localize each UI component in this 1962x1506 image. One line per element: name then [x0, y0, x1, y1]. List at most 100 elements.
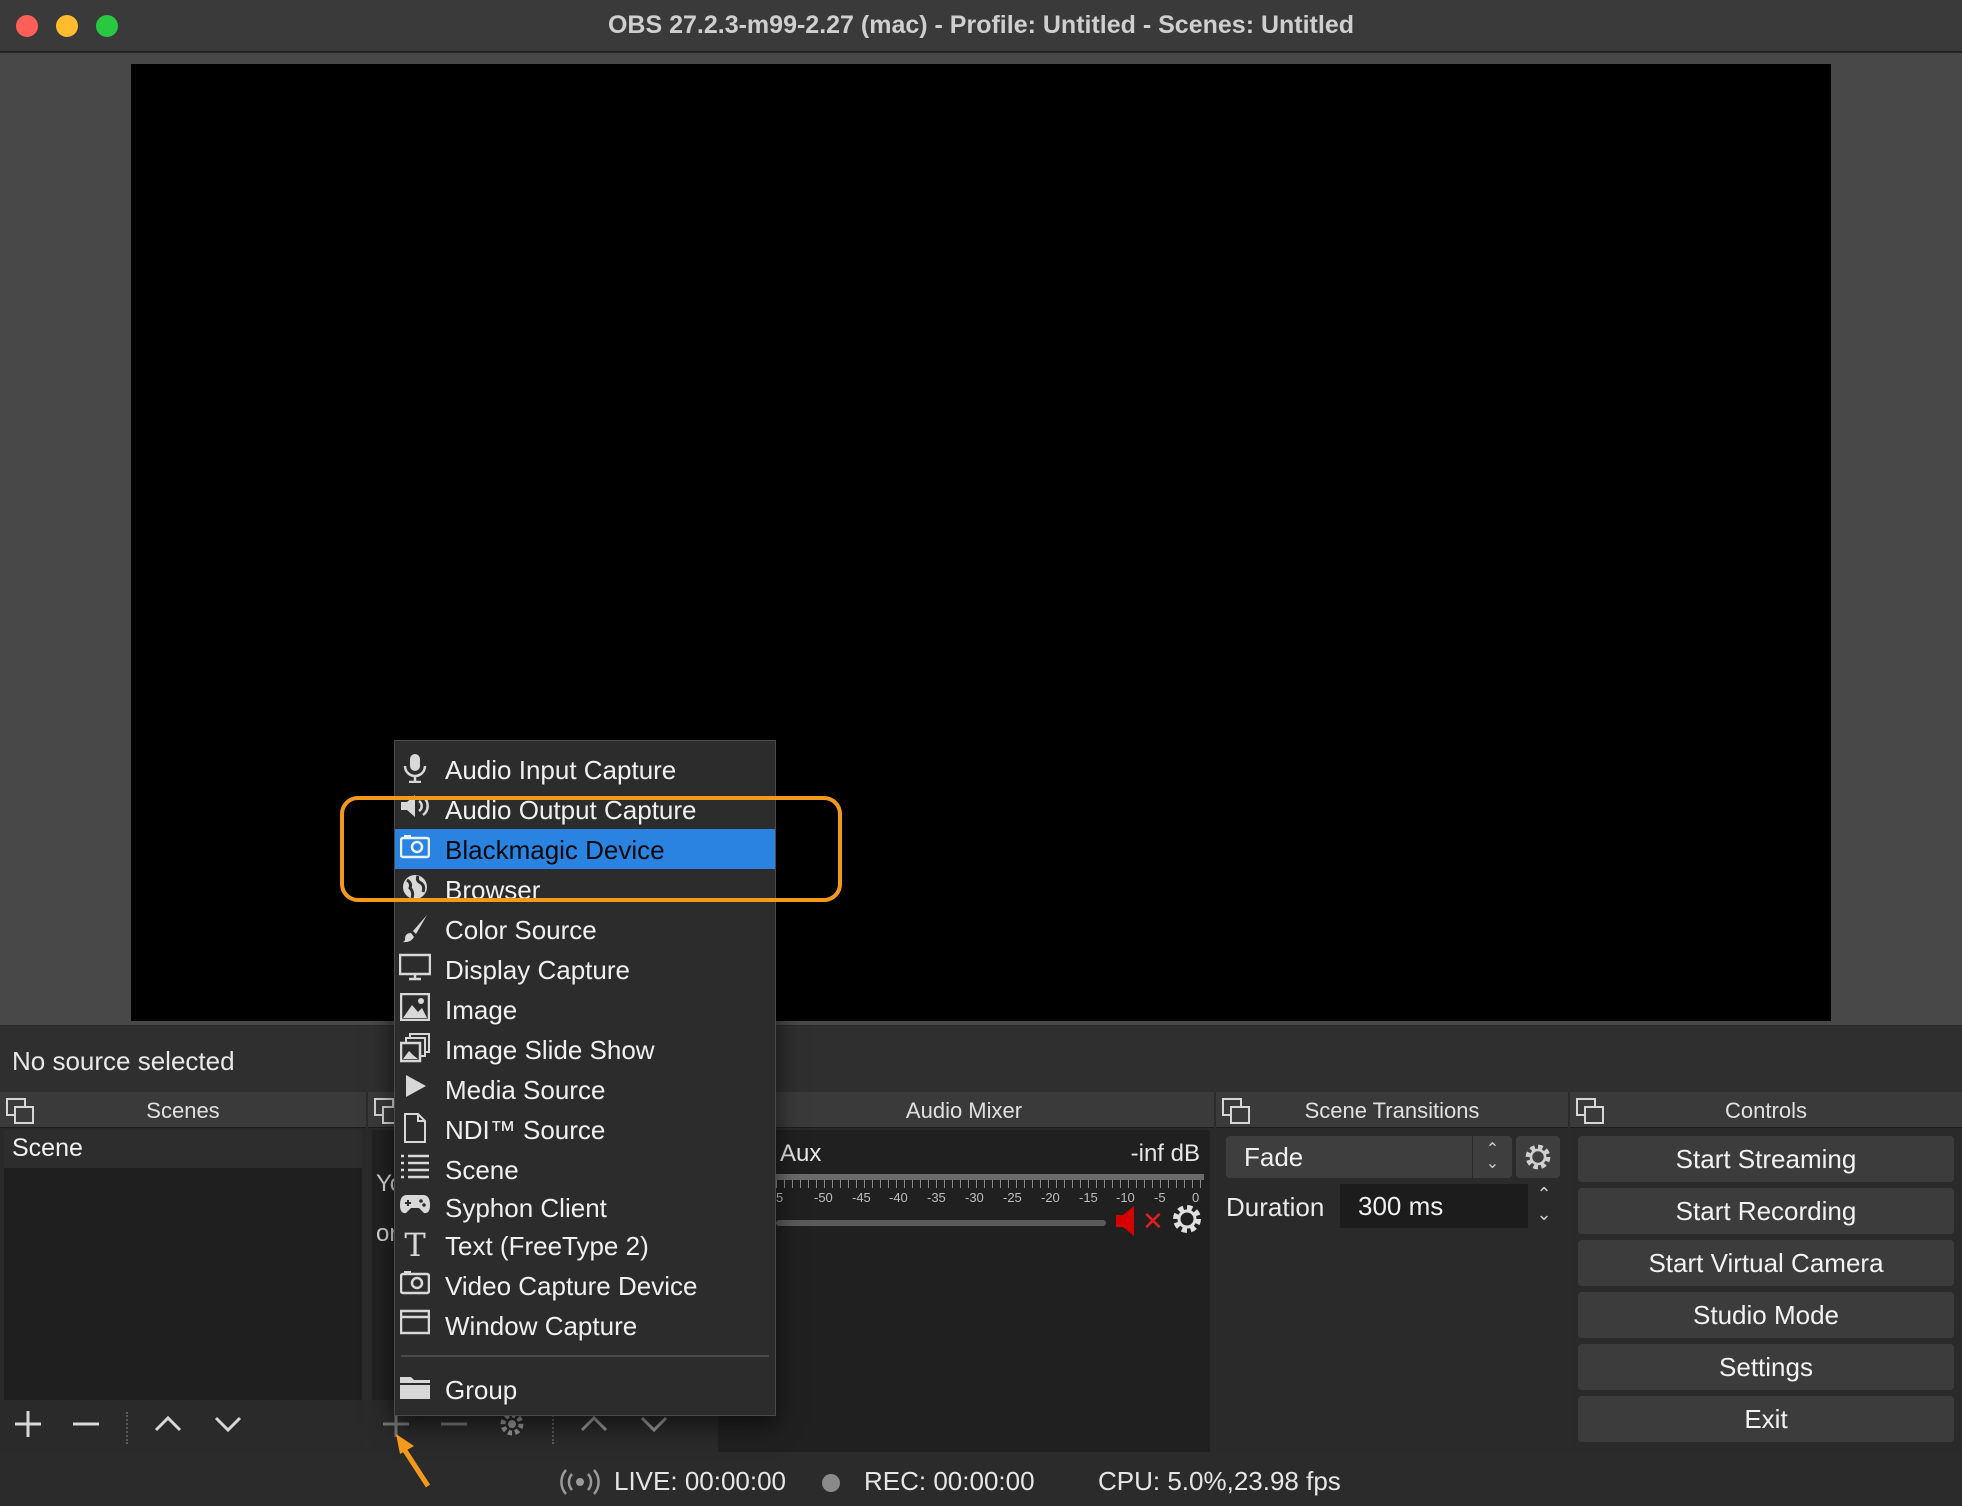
annotation-arrow-icon: [396, 1434, 431, 1488]
audio-mixer-dock: Audio Mixer Aux -inf dB 5 -50 -45 -40 -35 -30…: [714, 1092, 1214, 1452]
scene-item[interactable]: Scene: [4, 1130, 362, 1168]
meter-scale-label: -15: [1079, 1190, 1098, 1205]
muted-speaker-icon[interactable]: [1114, 1204, 1144, 1238]
menu-item-label: Syphon Client: [445, 1193, 607, 1223]
source-status: No source selected: [12, 1046, 235, 1076]
menu-separator: [401, 1355, 769, 1357]
duration-input[interactable]: 300 ms: [1340, 1184, 1528, 1228]
scene-transitions-title: Scene Transitions: [1304, 1098, 1480, 1123]
move-scene-up-button[interactable]: [148, 1408, 188, 1446]
play-icon: [399, 1073, 431, 1105]
transition-select-value: Fade: [1244, 1142, 1304, 1172]
scenes-toolbar: [0, 1402, 366, 1452]
scene-transitions-dock: Scene Transitions Fade ⌃ ⌄ Duration 300 m…: [1216, 1092, 1568, 1452]
start-streaming-button[interactable]: Start Streaming: [1578, 1136, 1954, 1182]
transition-gear-icon[interactable]: [1516, 1136, 1560, 1178]
controls-dock: Controls Start Streaming Start Recording…: [1570, 1092, 1962, 1452]
menu-item-label: Video Capture Device: [445, 1271, 698, 1301]
record-indicator-icon: [822, 1474, 840, 1492]
meter-scale-label: -40: [889, 1190, 908, 1205]
menu-item-window-capture[interactable]: Window Capture: [395, 1305, 775, 1345]
rec-timer: REC: 00:00:00: [864, 1466, 1035, 1496]
add-scene-button[interactable]: [8, 1408, 48, 1446]
scenes-header: Scenes: [0, 1092, 366, 1128]
menu-item-label: Window Capture: [445, 1311, 638, 1341]
menu-item-scene[interactable]: Scene: [395, 1149, 775, 1189]
cpu-fps-readout: CPU: 5.0%,23.98 fps: [1098, 1466, 1341, 1496]
mixer-channel-name: Aux: [780, 1140, 822, 1167]
menu-item-label: NDI™ Source: [445, 1115, 606, 1145]
menu-item-label: Group: [445, 1375, 518, 1405]
minus-icon: [73, 1422, 99, 1426]
duration-stepper[interactable]: ⌃ ⌄: [1528, 1184, 1560, 1228]
menu-item-video-capture-device[interactable]: Video Capture Device: [395, 1265, 775, 1305]
menu-item-color-source[interactable]: Color Source: [395, 909, 775, 949]
meter-scale-label: -30: [965, 1190, 984, 1205]
menu-item-image-slide-show[interactable]: Image Slide Show: [395, 1029, 775, 1069]
annotation-highlight-box: [340, 796, 842, 902]
audio-mixer-header: Audio Mixer: [714, 1092, 1214, 1128]
audio-mixer-body: Aux -inf dB 5 -50 -45 -40 -35 -30 -25 -20 -15 -10…: [718, 1130, 1210, 1452]
mute-x-icon: ✕: [1142, 1206, 1164, 1236]
live-timer: LIVE: 00:00:00: [614, 1466, 787, 1496]
menu-item-audio-input-capture[interactable]: Audio Input Capture: [395, 749, 775, 789]
gamepad-icon: [399, 1191, 431, 1223]
studio-mode-button[interactable]: Studio Mode: [1578, 1292, 1954, 1338]
image-icon: [399, 992, 431, 1025]
chevron-down-icon: [214, 1416, 242, 1433]
mixer-level-readout: -inf dB: [1130, 1140, 1200, 1167]
monitor-icon: [398, 953, 432, 985]
menu-item-group[interactable]: Group: [395, 1369, 775, 1409]
start-recording-button[interactable]: Start Recording: [1578, 1188, 1954, 1234]
menu-item-label: Display Capture: [445, 955, 630, 985]
mixer-gear-icon[interactable]: [1170, 1202, 1204, 1245]
menu-item-media-source[interactable]: Media Source: [395, 1069, 775, 1109]
menu-item-label: Media Source: [445, 1075, 606, 1105]
controls-header: Controls: [1570, 1092, 1962, 1128]
menu-item-syphon-client[interactable]: Syphon Client: [395, 1187, 775, 1227]
chevron-up-icon: [154, 1415, 182, 1432]
meter-scale-label: 5: [776, 1190, 784, 1205]
text-icon: T: [404, 1226, 426, 1264]
document-icon: [399, 1113, 431, 1145]
source-toolbar: No source selected: [0, 1026, 1962, 1092]
preview-area: [0, 53, 1962, 1025]
meter-scale-label: -10: [1116, 1190, 1135, 1205]
folder-icon: [399, 1373, 431, 1405]
window-title: OBS 27.2.3-m99-2.27 (mac) - Profile: Unt…: [607, 11, 1355, 39]
menu-item-display-capture[interactable]: Display Capture: [395, 949, 775, 989]
remove-scene-button[interactable]: [66, 1408, 106, 1446]
meter-scale-label: -25: [1003, 1190, 1022, 1205]
audio-mixer-title: Audio Mixer: [905, 1098, 1023, 1123]
move-scene-down-button[interactable]: [208, 1408, 248, 1446]
menu-item-ndi-source[interactable]: NDI™ Source: [395, 1109, 775, 1149]
scene-list[interactable]: Scene: [4, 1130, 362, 1400]
toolbar-divider: [552, 1412, 554, 1444]
settings-button[interactable]: Settings: [1578, 1344, 1954, 1390]
menu-item-label: Color Source: [445, 915, 597, 945]
brush-icon: [399, 913, 431, 945]
controls-title: Controls: [1725, 1098, 1807, 1123]
meter-scale-label: -35: [927, 1190, 946, 1205]
menu-item-label: Image: [445, 995, 518, 1025]
menu-item-text-freetype[interactable]: T Text (FreeType 2): [395, 1225, 775, 1265]
duration-label: Duration: [1226, 1192, 1325, 1222]
meter-scale-label: -45: [852, 1190, 871, 1205]
menu-item-label: Image Slide Show: [445, 1035, 655, 1065]
menu-item-image[interactable]: Image: [395, 989, 775, 1029]
meter-scale-label: -5: [1154, 1190, 1166, 1205]
camera-icon: [399, 1269, 431, 1301]
start-virtual-camera-button[interactable]: Start Virtual Camera: [1578, 1240, 1954, 1286]
scenes-dock: Scenes Scene: [0, 1092, 366, 1452]
status-bar: LIVE: 00:00:00 REC: 00:00:00 CPU: 5.0%,2…: [0, 1452, 1962, 1506]
meter-ticks: [776, 1180, 1204, 1188]
title-bar: OBS 27.2.3-m99-2.27 (mac) - Profile: Unt…: [0, 0, 1962, 52]
volume-slider[interactable]: [776, 1220, 1106, 1226]
scene-transitions-header: Scene Transitions: [1216, 1092, 1568, 1128]
list-icon: [399, 1153, 431, 1185]
exit-button[interactable]: Exit: [1578, 1396, 1954, 1442]
transition-select[interactable]: Fade ⌃ ⌄: [1226, 1136, 1512, 1178]
plus-icon: [15, 1411, 41, 1437]
scenes-title: Scenes: [146, 1098, 220, 1123]
menu-item-label: Scene: [445, 1155, 519, 1185]
